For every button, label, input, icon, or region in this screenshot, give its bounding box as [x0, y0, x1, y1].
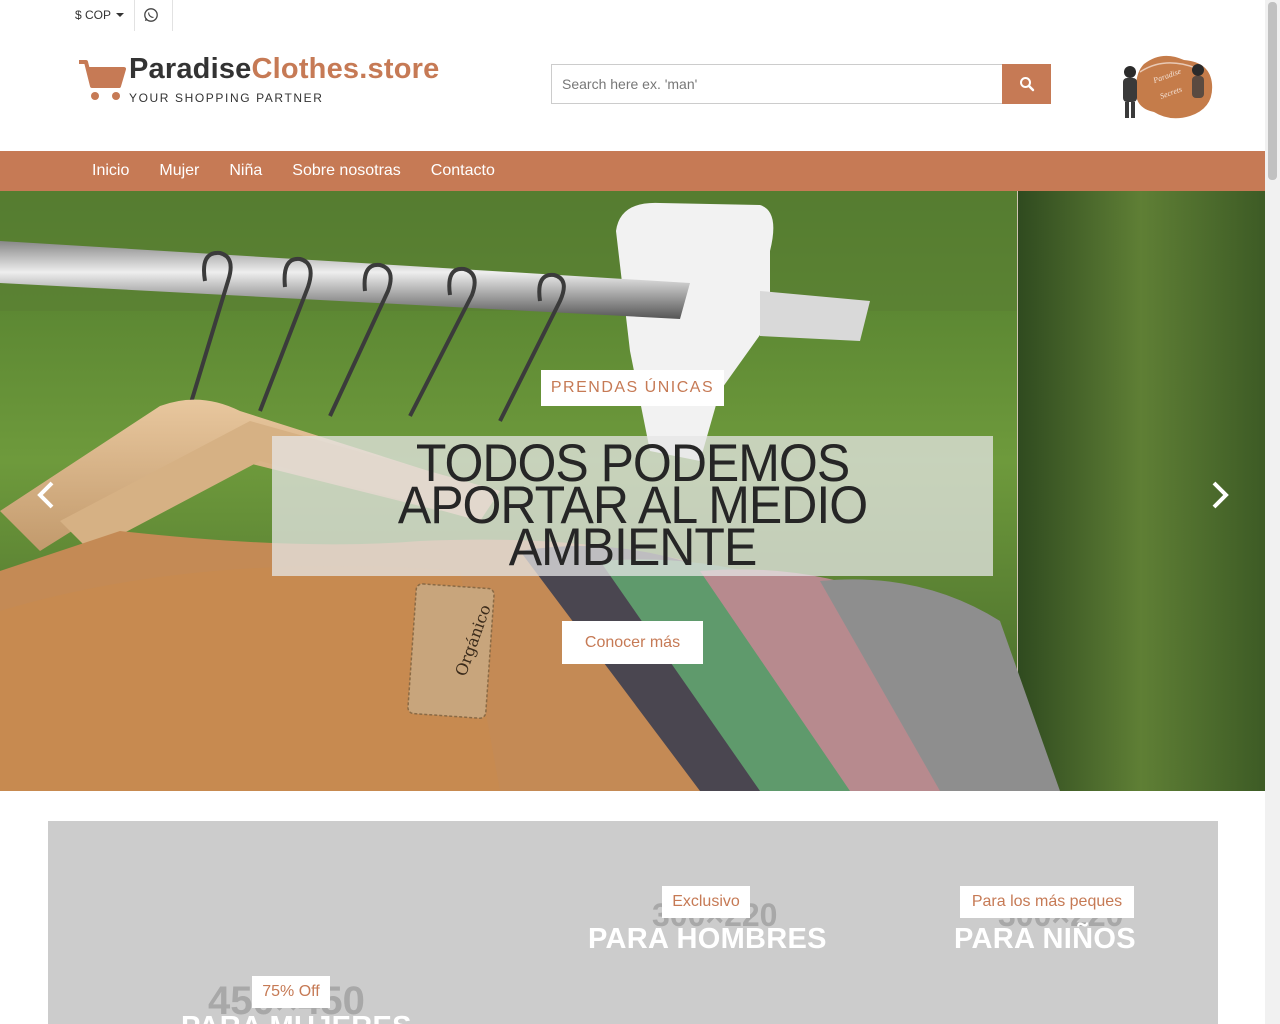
promo-title-men[interactable]: PARA HOMBRES [588, 923, 827, 956]
divider [134, 0, 135, 31]
promo-title-kids[interactable]: PARA NIÑOS [954, 923, 1136, 956]
chevron-right-icon[interactable] [1208, 480, 1232, 510]
shopping-cart-icon[interactable] [77, 58, 127, 102]
conocer-mas-button[interactable]: Conocer más [562, 621, 703, 664]
promo-section: 450×450 75% Off PARA MUJERES 300×220 Exc… [48, 821, 1218, 1024]
caret-down-icon [116, 13, 125, 17]
chevron-left-icon[interactable] [34, 480, 58, 510]
logo-text-clothes-store: Clothes.store [251, 53, 440, 85]
promo-badge-men: Exclusivo [662, 886, 750, 918]
promo-badge-women: 75% Off [252, 976, 330, 1008]
search-form [551, 64, 1051, 104]
nav-item-inicio[interactable]: Inicio [77, 162, 144, 180]
whatsapp-icon[interactable] [143, 7, 159, 23]
nav-item-sobre-nosotras[interactable]: Sobre nosotras [277, 162, 416, 180]
nav-item-contacto[interactable]: Contacto [416, 162, 510, 180]
main-navbar: Inicio Mujer Niña Sobre nosotras Contact… [0, 151, 1265, 191]
page-scrollbar[interactable] [1265, 0, 1280, 1024]
logo-text-paradise: Paradise [129, 53, 252, 85]
hero-title: TODOS PODEMOS APORTAR AL MEDIO AMBIENTE [272, 437, 993, 577]
search-icon [1019, 77, 1034, 92]
hero-title-line-3: AMBIENTE [508, 517, 758, 577]
hero-eyebrow-badge: PRENDAS ÚNICAS [541, 370, 724, 406]
promo-title-women[interactable]: PARA MUJERES [181, 1011, 412, 1024]
top-bar: $ COP [0, 0, 1265, 31]
hero-carousel: Orgánico PRENDAS ÚNICAS TODOS PODEMOS AP… [0, 191, 1265, 791]
nav-item-mujer[interactable]: Mujer [144, 162, 214, 180]
currency-selector[interactable]: $ COP [75, 8, 125, 22]
search-button[interactable] [1002, 64, 1051, 104]
promo-badge-kids: Para los más peques [960, 886, 1134, 918]
paradise-secrets-avatar-logo[interactable]: Paradise Secrets [1114, 50, 1214, 122]
site-logo[interactable]: ParadiseClothes.store [129, 53, 439, 86]
divider [172, 0, 173, 31]
currency-label: $ COP [75, 8, 112, 22]
page: $ COP ParadiseClothes.store YOUR SHOPPIN… [0, 0, 1280, 1024]
scrollbar-thumb[interactable] [1268, 2, 1277, 180]
nav-item-nina[interactable]: Niña [214, 162, 277, 180]
search-input[interactable] [551, 64, 1002, 104]
logo-tagline: YOUR SHOPPING PARTNER [129, 91, 324, 105]
